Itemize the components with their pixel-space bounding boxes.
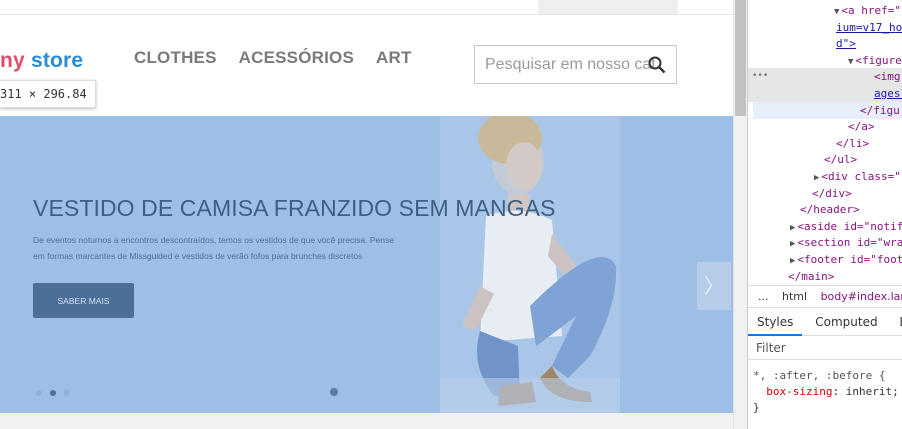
logo-part-2: store (30, 49, 84, 72)
dom-node-text: </main> (788, 269, 835, 283)
collapse-arrow-icon[interactable]: ▶ (790, 239, 795, 249)
nav-art[interactable]: ART (376, 48, 412, 68)
dom-node-line[interactable]: </figu (753, 101, 902, 119)
dom-node-text: <aside id="notif (797, 219, 902, 233)
slide-dot-2[interactable] (50, 390, 56, 396)
hero-title: VESTIDO DE CAMISA FRANZIDO SEM MANGAS (33, 195, 556, 221)
dom-node-text: agesl (874, 87, 902, 100)
slide-dot-1[interactable] (36, 390, 42, 396)
styles-filter-input[interactable]: Filter (748, 336, 902, 360)
dom-node-line[interactable]: </header> (800, 201, 860, 218)
dom-tree: ▼<a href="ium=v17_hod">▼<figure<imgagesl… (748, 0, 902, 285)
dom-node-text: </div> (812, 186, 852, 200)
dom-node-text: ium=v17_ho (836, 20, 902, 34)
expand-arrow-icon[interactable]: ▼ (834, 7, 839, 17)
breadcrumb-html[interactable]: html (782, 290, 807, 303)
hero-description: De eventos noturnos a encontros descontr… (33, 235, 394, 261)
page-scrollbar[interactable] (733, 0, 747, 429)
top-strip (0, 0, 733, 15)
dom-node-text: </header> (800, 203, 860, 217)
dom-node-text: d"> (836, 37, 856, 51)
css-rule-close: } (753, 401, 760, 414)
tab-computed[interactable]: Computed (806, 310, 886, 334)
breadcrumb-body[interactable]: body#index.lan (821, 290, 902, 303)
dom-node-line[interactable]: </li> (836, 135, 869, 152)
next-slide-arrow-icon[interactable]: 〉 (697, 262, 731, 310)
dom-node-line[interactable]: </main> (788, 268, 834, 285)
collapse-arrow-icon[interactable]: ▶ (790, 223, 795, 233)
dom-node-text: </figu (860, 103, 900, 117)
css-rule: *, :after, :before { box-sizing: inherit… (753, 368, 899, 416)
dom-node-line[interactable]: </ul> (824, 151, 857, 168)
hero-slider: VESTIDO DE CAMISA FRANZIDO SEM MANGAS De… (0, 116, 740, 413)
nav-acessorios[interactable]: ACESSÓRIOS (239, 48, 354, 68)
expand-arrow-icon[interactable]: ▼ (848, 57, 853, 67)
store-logo[interactable]: ny store (0, 49, 83, 73)
collapse-arrow-icon[interactable]: ▶ (814, 173, 819, 183)
dom-breadcrumbs: ... html body#index.lan (748, 285, 902, 308)
dom-node-text: <footer id="foot (797, 253, 902, 266)
dom-node-line[interactable]: d"> (836, 35, 856, 52)
search-input[interactable] (475, 46, 655, 83)
site-header: ny store CLOTHES ACESSÓRIOS ART (0, 15, 733, 116)
dom-node-text: <a href=" (841, 4, 902, 17)
dom-node-text: <figure (855, 53, 902, 67)
tab-layout[interactable]: Lay (890, 310, 902, 334)
css-rule-selector: *, :after, :before { (753, 369, 886, 382)
scrollbar-thumb[interactable] (735, 0, 746, 116)
styles-tabs: Styles Computed Lay (748, 310, 902, 336)
logo-part-1: ny (0, 49, 31, 72)
learn-more-button[interactable]: SABER MAIS (33, 283, 134, 318)
search-box (474, 45, 677, 84)
node-more-icon[interactable]: ••• (752, 68, 768, 85)
model-photo (440, 116, 620, 413)
slide-dot-3[interactable] (64, 390, 70, 396)
collapse-arrow-icon[interactable]: ▶ (790, 256, 795, 266)
dimension-tooltip: 311 × 296.84 (0, 80, 96, 108)
dom-node-text: </ul> (824, 153, 858, 167)
css-rule-value[interactable]: : inherit; (832, 385, 898, 398)
dom-node-line[interactable]: agesl (748, 85, 902, 102)
nav-clothes[interactable]: CLOTHES (134, 48, 217, 68)
dom-node-line[interactable]: </div> (812, 185, 852, 202)
search-icon[interactable] (648, 56, 666, 74)
slide-dots (36, 390, 70, 396)
css-rule-property[interactable]: box-sizing (766, 385, 832, 398)
dom-node-text: </a> (848, 120, 875, 134)
breadcrumb-more[interactable]: ... (758, 290, 769, 303)
main-nav: CLOTHES ACESSÓRIOS ART (134, 48, 434, 68)
top-gray-box (538, 0, 678, 14)
dom-node-line[interactable]: <img (748, 68, 902, 86)
devtools-panel: ▼<a href="ium=v17_hod">▼<figure<imgagesl… (747, 0, 902, 429)
dom-node-text: </li> (836, 136, 870, 150)
dom-node-line[interactable]: </a> (848, 118, 875, 135)
dom-node-text: <img (874, 70, 901, 84)
dom-node-text: <div class=" (821, 170, 901, 183)
dom-node-line[interactable]: ium=v17_ho (836, 19, 902, 36)
tab-styles[interactable]: Styles (748, 310, 803, 336)
center-dot-marker (330, 388, 338, 396)
dom-node-text: <section id="wrap (797, 236, 902, 250)
web-page: ny store CLOTHES ACESSÓRIOS ART 311 × 29… (0, 0, 747, 429)
